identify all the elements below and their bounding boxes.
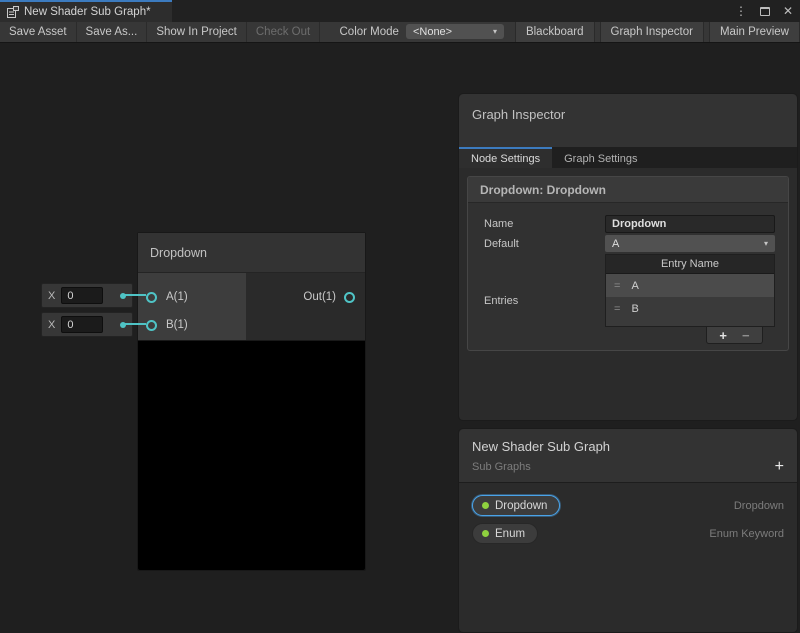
color-mode-value: <None> bbox=[413, 26, 452, 38]
blackboard-title: New Shader Sub Graph bbox=[472, 439, 784, 454]
blackboard-subtitle: Sub Graphs bbox=[472, 461, 531, 473]
color-mode-dropdown[interactable]: <None> ▾ bbox=[406, 24, 504, 39]
main-preview-toggle-button[interactable]: Main Preview bbox=[709, 22, 800, 42]
slot-b-axis-label: X bbox=[48, 319, 55, 331]
entry-row-a[interactable]: = A bbox=[606, 274, 774, 297]
input-port-row-b: B(1) bbox=[138, 311, 246, 339]
default-dropdown-value: A bbox=[612, 238, 619, 250]
add-property-button[interactable]: + bbox=[775, 461, 784, 473]
shader-graph-toolbar: Save Asset Save As... Show In Project Ch… bbox=[0, 22, 800, 43]
document-tab[interactable]: New Shader Sub Graph* bbox=[0, 0, 172, 22]
entries-list-footer: + − bbox=[706, 327, 763, 344]
name-input[interactable]: Dropdown bbox=[605, 215, 775, 233]
blackboard-header[interactable]: New Shader Sub Graph Sub Graphs + bbox=[459, 429, 797, 483]
output-port-row: Out(1) bbox=[303, 283, 355, 311]
dropdown-property-pill[interactable]: Dropdown bbox=[472, 495, 560, 516]
subgraph-asset-icon bbox=[7, 6, 19, 18]
node-input-ports: A(1) B(1) bbox=[138, 273, 246, 340]
add-entry-button[interactable]: + bbox=[719, 329, 727, 342]
drag-handle-icon[interactable]: = bbox=[614, 303, 620, 315]
node-preview bbox=[138, 340, 365, 570]
chevron-down-icon: ▾ bbox=[493, 27, 497, 36]
name-label: Name bbox=[484, 215, 605, 233]
document-tab-title: New Shader Sub Graph* bbox=[24, 6, 151, 18]
inspector-header[interactable]: Graph Inspector bbox=[459, 94, 797, 147]
edge-wire-b[interactable] bbox=[124, 323, 146, 325]
output-port-label: Out(1) bbox=[303, 291, 336, 303]
section-title: Dropdown: Dropdown bbox=[468, 177, 788, 203]
input-port-b-label: B(1) bbox=[166, 319, 188, 331]
blackboard-items: Dropdown Dropdown Enum Enum Keyword bbox=[459, 483, 797, 556]
name-property-row: Name Dropdown bbox=[484, 215, 775, 233]
input-port-b-icon[interactable] bbox=[146, 320, 157, 331]
default-property-row: Default A ▾ bbox=[484, 235, 775, 252]
dropdown-settings-section: Dropdown: Dropdown Name Dropdown Default… bbox=[467, 176, 789, 351]
blackboard-row-enum: Enum Enum Keyword bbox=[472, 523, 784, 544]
inspector-content: Dropdown: Dropdown Name Dropdown Default… bbox=[459, 168, 797, 359]
entry-row-b[interactable]: = B bbox=[606, 297, 774, 320]
default-dropdown[interactable]: A ▾ bbox=[605, 235, 775, 252]
blackboard-subtitle-row: Sub Graphs + bbox=[472, 461, 784, 473]
slot-a-value-field[interactable]: 0 bbox=[61, 287, 103, 304]
tab-graph-settings[interactable]: Graph Settings bbox=[552, 147, 649, 168]
property-type-label: Dropdown bbox=[734, 500, 784, 512]
default-label: Default bbox=[484, 235, 605, 252]
entries-property-row: Entries Entry Name = A = B bbox=[484, 254, 775, 344]
blackboard-toggle-button[interactable]: Blackboard bbox=[515, 22, 595, 42]
input-port-row-a: A(1) bbox=[138, 283, 246, 311]
node-title: Dropdown bbox=[138, 233, 365, 273]
input-port-a-icon[interactable] bbox=[146, 292, 157, 303]
entry-name: B bbox=[631, 303, 638, 315]
drag-handle-icon[interactable]: = bbox=[614, 280, 620, 292]
window-close-icon[interactable]: ✕ bbox=[783, 5, 793, 17]
window-titlebar: New Shader Sub Graph* ⋮ ✕ bbox=[0, 0, 800, 22]
graph-canvas[interactable]: Dropdown A(1) B(1) Out(1) bbox=[0, 43, 800, 600]
node-output-ports: Out(1) bbox=[246, 273, 365, 340]
section-body: Name Dropdown Default A ▾ Entries bbox=[468, 203, 788, 350]
entries-label: Entries bbox=[484, 292, 605, 307]
graph-inspector-toggle-button[interactable]: Graph Inspector bbox=[600, 22, 704, 42]
show-in-project-button[interactable]: Show In Project bbox=[147, 22, 247, 42]
input-port-a-label: A(1) bbox=[166, 291, 188, 303]
blackboard-row-dropdown: Dropdown Dropdown bbox=[472, 495, 784, 516]
save-as-button[interactable]: Save As... bbox=[77, 22, 148, 42]
property-type-label: Enum Keyword bbox=[709, 528, 784, 540]
graph-inspector-panel: Graph Inspector Node Settings Graph Sett… bbox=[458, 93, 798, 421]
blackboard-panel: New Shader Sub Graph Sub Graphs + Dropdo… bbox=[458, 428, 798, 633]
output-port-icon[interactable] bbox=[344, 292, 355, 303]
slot-a-axis-label: X bbox=[48, 290, 55, 302]
save-asset-button[interactable]: Save Asset bbox=[0, 22, 77, 42]
window-menu-icon[interactable]: ⋮ bbox=[735, 5, 747, 17]
entries-list-padding bbox=[606, 320, 774, 326]
window-maximize-icon[interactable] bbox=[760, 7, 770, 16]
remove-entry-button[interactable]: − bbox=[742, 329, 750, 342]
node-body: A(1) B(1) Out(1) bbox=[138, 273, 365, 340]
slot-b-value-widget: X 0 bbox=[41, 312, 133, 337]
chevron-down-icon: ▾ bbox=[764, 239, 768, 248]
tab-node-settings[interactable]: Node Settings bbox=[459, 147, 552, 168]
toolbar-right-group: Color Mode <None> ▾ Blackboard Graph Ins… bbox=[333, 22, 800, 42]
slot-b-value-field[interactable]: 0 bbox=[61, 316, 103, 333]
dropdown-node[interactable]: Dropdown A(1) B(1) Out(1) bbox=[137, 232, 366, 571]
entries-list-header: Entry Name bbox=[606, 255, 774, 274]
window-controls: ⋮ ✕ bbox=[735, 0, 793, 22]
slot-a-value-widget: X 0 bbox=[41, 283, 133, 308]
check-out-button: Check Out bbox=[247, 22, 320, 42]
edge-wire-a[interactable] bbox=[124, 294, 146, 296]
property-name: Enum bbox=[495, 528, 525, 540]
entry-name: A bbox=[631, 280, 638, 292]
enum-property-pill[interactable]: Enum bbox=[472, 523, 538, 544]
keyword-dot-icon bbox=[482, 530, 489, 537]
inspector-tab-bar: Node Settings Graph Settings bbox=[459, 147, 797, 168]
entries-column: Entry Name = A = B bbox=[605, 254, 775, 344]
entries-list: Entry Name = A = B bbox=[605, 254, 775, 327]
color-mode-label: Color Mode bbox=[333, 22, 406, 42]
keyword-dot-icon bbox=[482, 502, 489, 509]
property-name: Dropdown bbox=[495, 500, 547, 512]
